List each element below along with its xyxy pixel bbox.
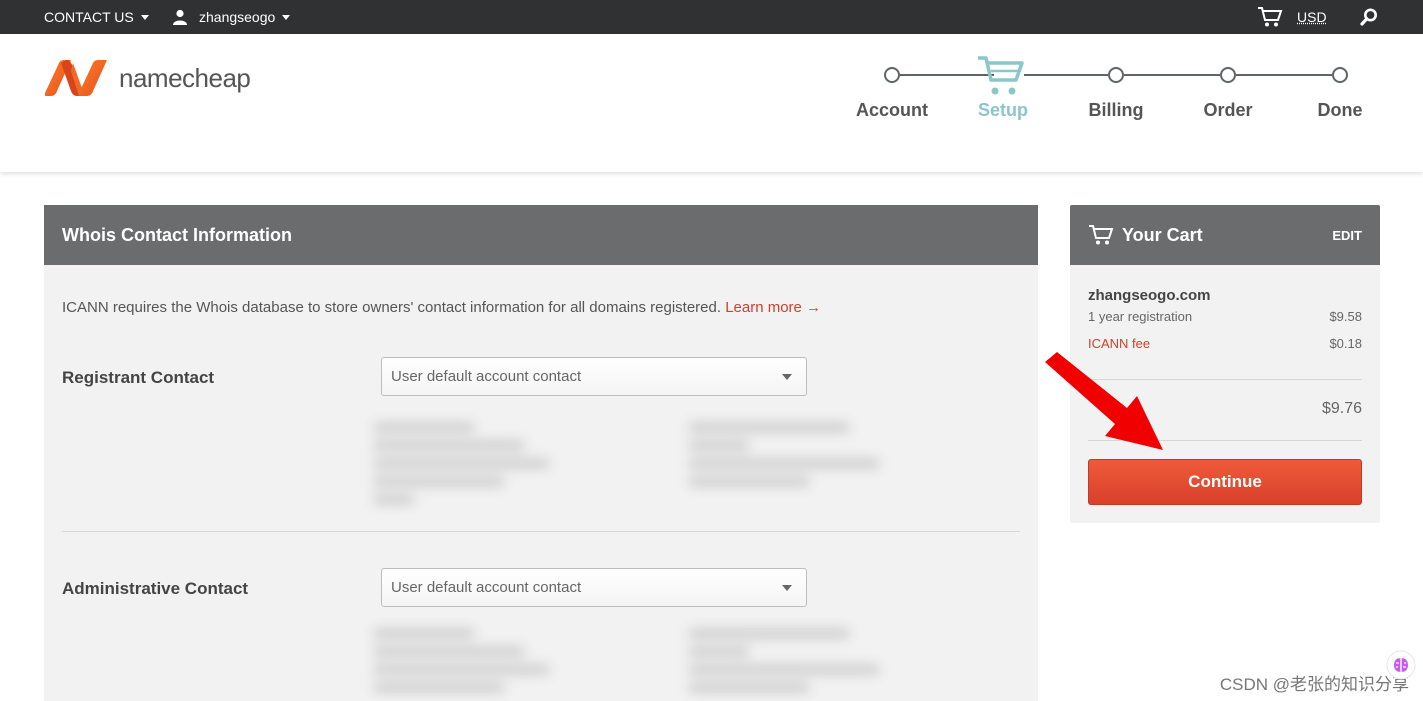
whois-intro-text: ICANN requires the Whois database to sto… (62, 299, 722, 316)
chevron-down-icon (140, 15, 149, 20)
cart-line-price: $0.18 (1329, 336, 1362, 351)
cart-icon (1258, 7, 1283, 27)
cart-domain-name: zhangseogo.com (1088, 287, 1211, 304)
admin-contact-select[interactable]: User default account contact (381, 568, 807, 607)
cart-line-item: ICANN fee $0.18 (1088, 336, 1362, 351)
blurred-contact-details (689, 629, 889, 701)
whois-intro: ICANN requires the Whois database to sto… (62, 299, 821, 316)
cart-edit-link[interactable]: EDIT (1332, 228, 1362, 243)
chevron-down-icon (282, 15, 291, 20)
account-menu[interactable]: zhangseogo (172, 0, 291, 34)
csdn-watermark: CSDN @老张的知识分享 (1219, 675, 1409, 694)
whois-panel-header: Whois Contact Information (44, 205, 1038, 265)
brand-name: namecheap (119, 62, 251, 93)
registrant-contact-select[interactable]: User default account contact (381, 357, 807, 396)
progress-line (1236, 74, 1332, 76)
step-dot-billing (1108, 67, 1124, 83)
whois-panel: Whois Contact Information ICANN requires… (44, 205, 1038, 701)
step-dot-done (1332, 67, 1348, 83)
continue-label: Continue (1188, 472, 1262, 491)
progress-line (1124, 74, 1220, 76)
learn-more-link[interactable]: Learn more → (725, 299, 821, 316)
cart-line-item: 1 year registration $9.58 (1088, 309, 1362, 324)
search-button[interactable] (1360, 0, 1378, 34)
admin-contact-value: User default account contact (391, 579, 582, 596)
registrant-contact-value: User default account contact (391, 368, 582, 385)
namecheap-logo-icon (45, 60, 107, 96)
brain-assistant-icon[interactable] (1386, 650, 1416, 680)
top-bar: CONTACT US zhangseogo USD (0, 0, 1423, 34)
cart-icon (978, 56, 1024, 95)
cart-link[interactable] (1257, 0, 1283, 34)
contact-us-label: CONTACT US (44, 9, 134, 25)
contact-us-menu[interactable]: CONTACT US (44, 0, 149, 34)
cart-total-price: $9.76 (1321, 400, 1362, 417)
blurred-contact-details (374, 423, 564, 513)
registrant-contact-label: Registrant Contact (62, 368, 215, 387)
currency-label: USD (1297, 9, 1327, 25)
cart-line-price: $9.58 (1329, 309, 1362, 324)
admin-contact-label: Administrative Contact (62, 579, 249, 598)
checkout-progress: Account Setup Billing Order Done (850, 34, 1390, 172)
cart-header: Your Cart EDIT (1070, 205, 1380, 265)
username-label: zhangseogo (199, 9, 276, 25)
red-arrow-annotation (1045, 352, 1163, 450)
step-order: Order (1203, 100, 1253, 120)
progress-line (1024, 74, 1108, 76)
step-account: Account (856, 100, 928, 120)
brand-logo[interactable]: namecheap (43, 59, 251, 97)
blurred-contact-details (689, 423, 889, 495)
search-icon (1360, 8, 1377, 26)
user-icon (173, 9, 187, 25)
chevron-down-icon (782, 374, 792, 380)
whois-title: Whois Contact Information (62, 224, 292, 245)
site-header: namecheap Account Setup Billing Order Do… (0, 34, 1423, 172)
step-dot-account (884, 67, 900, 83)
step-billing: Billing (1088, 100, 1144, 120)
cart-line-label: 1 year registration (1088, 309, 1193, 324)
section-divider (62, 531, 1020, 532)
cart-icon (1089, 225, 1114, 245)
step-dot-order (1220, 67, 1236, 83)
continue-button[interactable]: Continue (1088, 459, 1362, 505)
icann-fee-link[interactable]: ICANN fee (1088, 336, 1150, 351)
blurred-contact-details (374, 629, 564, 701)
chevron-down-icon (782, 585, 792, 591)
step-setup: Setup (977, 100, 1029, 120)
currency-selector[interactable]: USD (1297, 0, 1327, 34)
step-done: Done (1317, 100, 1363, 120)
cart-title: Your Cart (1122, 224, 1203, 245)
